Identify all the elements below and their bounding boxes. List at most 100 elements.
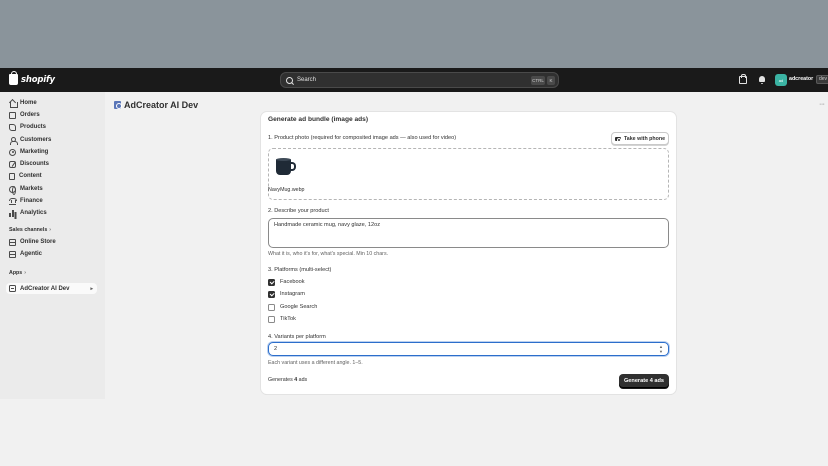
variants-number-input[interactable]: 2 ▲ ▼: [268, 342, 669, 356]
generates-summary: Generates 4 ads: [268, 377, 307, 383]
search-icon: [286, 76, 293, 84]
person-icon: [9, 136, 18, 145]
sidebar-item-label: Markets: [20, 186, 43, 192]
apps-heading[interactable]: Apps ›: [9, 270, 26, 276]
sidebar-item-customers[interactable]: Customers: [9, 135, 51, 145]
chevron-down-icon[interactable]: ▼: [659, 349, 663, 354]
variants-label: 4. Variants per platform: [268, 334, 326, 340]
sidebar-item-adcreator[interactable]: AdCreator AI Dev ▸: [6, 283, 97, 294]
chevron-right-icon: ›: [49, 227, 51, 233]
sidebar-item-label: Discounts: [20, 161, 50, 167]
sidebar-item-label: Home: [20, 100, 37, 106]
sidebar-item-home[interactable]: Home: [9, 98, 37, 108]
uploaded-filename: NavyMug.webp: [268, 187, 305, 193]
describe-product-label: 2. Describe your product: [268, 208, 329, 214]
sidebar-item-finance[interactable]: Finance: [9, 196, 43, 206]
photo-dropzone[interactable]: [268, 148, 669, 200]
generate-ads-button[interactable]: Generate 4 ads: [619, 374, 669, 388]
sidebar-item-label: Agentic: [20, 251, 43, 257]
sidebar-item-analytics[interactable]: Analytics: [9, 208, 47, 218]
shortcut-ctrl-key: CTRL: [531, 76, 545, 85]
sidebar-item-products[interactable]: Products: [9, 122, 46, 132]
sidebar-item-label: Analytics: [20, 210, 47, 216]
search-bar[interactable]: Search CTRL K: [280, 72, 559, 88]
env-badge: dev: [816, 75, 828, 84]
page-title: AdCreator AI Dev: [114, 100, 198, 110]
generates-prefix: Generates: [268, 377, 295, 383]
pin-icon[interactable]: ▸: [90, 286, 93, 292]
sidebar-item-label: AdCreator AI Dev: [20, 285, 70, 292]
avatar[interactable]: ad: [775, 74, 787, 86]
sales-channels-heading[interactable]: Sales channels ›: [9, 227, 51, 233]
document-icon: [9, 172, 15, 180]
chevron-right-icon: ›: [24, 270, 26, 276]
store-username[interactable]: adcreator: [789, 76, 813, 82]
checkbox-google-search[interactable]: [268, 303, 275, 311]
product-photo-label: 1. Product photo (required for composite…: [268, 135, 457, 141]
generates-suffix: ads: [297, 377, 308, 383]
platform-google-search[interactable]: Google Search: [268, 303, 317, 311]
sidebar-item-label: Content: [19, 173, 42, 179]
globe-icon: [9, 185, 16, 195]
platforms-label: 3. Platforms (multi-select): [268, 267, 332, 273]
card-title: Generate ad bundle (image ads): [268, 116, 369, 123]
take-with-phone-label: Take with phone: [623, 135, 666, 142]
mug-body: [276, 159, 291, 175]
search-placeholder: Search: [297, 77, 317, 83]
sidebar-item-content[interactable]: Content: [9, 171, 42, 181]
bank-icon: [9, 197, 17, 205]
sidebar-item-marketing[interactable]: Marketing: [9, 147, 48, 157]
sidebar-item-label: Customers: [20, 137, 52, 143]
stepper-control[interactable]: ▲ ▼: [658, 344, 664, 354]
tag-icon: [9, 123, 16, 131]
variants-value: 2: [274, 346, 278, 352]
target-icon: [9, 148, 16, 156]
camera-icon: [614, 136, 621, 142]
sales-channels-label: Sales channels: [9, 227, 48, 233]
chart-icon: [9, 209, 16, 217]
bell-icon[interactable]: [758, 76, 766, 84]
store-icon: [9, 238, 16, 246]
sidebar-item-discounts[interactable]: Discounts: [9, 159, 49, 169]
more-actions-icon[interactable]: ···: [819, 101, 825, 108]
take-with-phone-button[interactable]: Take with phone: [611, 132, 669, 145]
sidebar-item-agentic[interactable]: Agentic: [9, 249, 42, 259]
platform-label: Facebook: [280, 279, 305, 285]
shopify-logo[interactable]: shopify: [9, 71, 55, 85]
sidebar-item-online-store[interactable]: Online Store: [9, 237, 56, 247]
orders-icon: [9, 111, 16, 119]
sidebar-item-markets[interactable]: Markets: [9, 184, 43, 195]
shopify-bag-icon: [9, 71, 18, 85]
platform-facebook[interactable]: Facebook: [268, 278, 305, 286]
app-logo-icon: [114, 101, 122, 109]
store-bag-icon[interactable]: [739, 74, 747, 84]
desktop-background: [0, 0, 828, 68]
product-description-textarea[interactable]: Handmade ceramic mug, navy glaze, 12oz: [268, 218, 669, 248]
platform-label: Instagram: [280, 291, 305, 297]
platform-label: Google Search: [280, 304, 318, 310]
sidebar-item-label: Finance: [20, 198, 43, 204]
discount-icon: [9, 160, 16, 168]
checkbox-facebook[interactable]: [268, 278, 275, 286]
sidebar-item-label: Marketing: [20, 149, 49, 155]
shortcut-k-key: K: [547, 76, 555, 85]
description-hint: What it is, who it's for, what's special…: [268, 251, 389, 257]
sidebar-item-orders[interactable]: Orders: [9, 110, 40, 120]
store-icon: [9, 250, 16, 258]
product-thumbnail: [275, 156, 297, 178]
sidebar-item-label: Products: [20, 124, 47, 130]
platform-label: TikTok: [280, 316, 296, 322]
checkbox-tiktok[interactable]: [268, 315, 275, 323]
app-icon: [9, 285, 16, 292]
mug-rim: [276, 158, 291, 161]
checkbox-instagram[interactable]: [268, 290, 275, 298]
sidebar-item-label: Online Store: [20, 239, 56, 245]
platform-instagram[interactable]: Instagram: [268, 290, 305, 298]
home-icon: [9, 100, 18, 108]
sidebar-item-label: Orders: [20, 112, 40, 118]
apps-label: Apps: [9, 270, 23, 276]
platform-tiktok[interactable]: TikTok: [268, 315, 296, 323]
variants-hint: Each variant uses a different angle. 1–5…: [268, 360, 363, 366]
app-title-text: AdCreator AI Dev: [124, 100, 199, 110]
brand-name: shopify: [21, 74, 55, 85]
